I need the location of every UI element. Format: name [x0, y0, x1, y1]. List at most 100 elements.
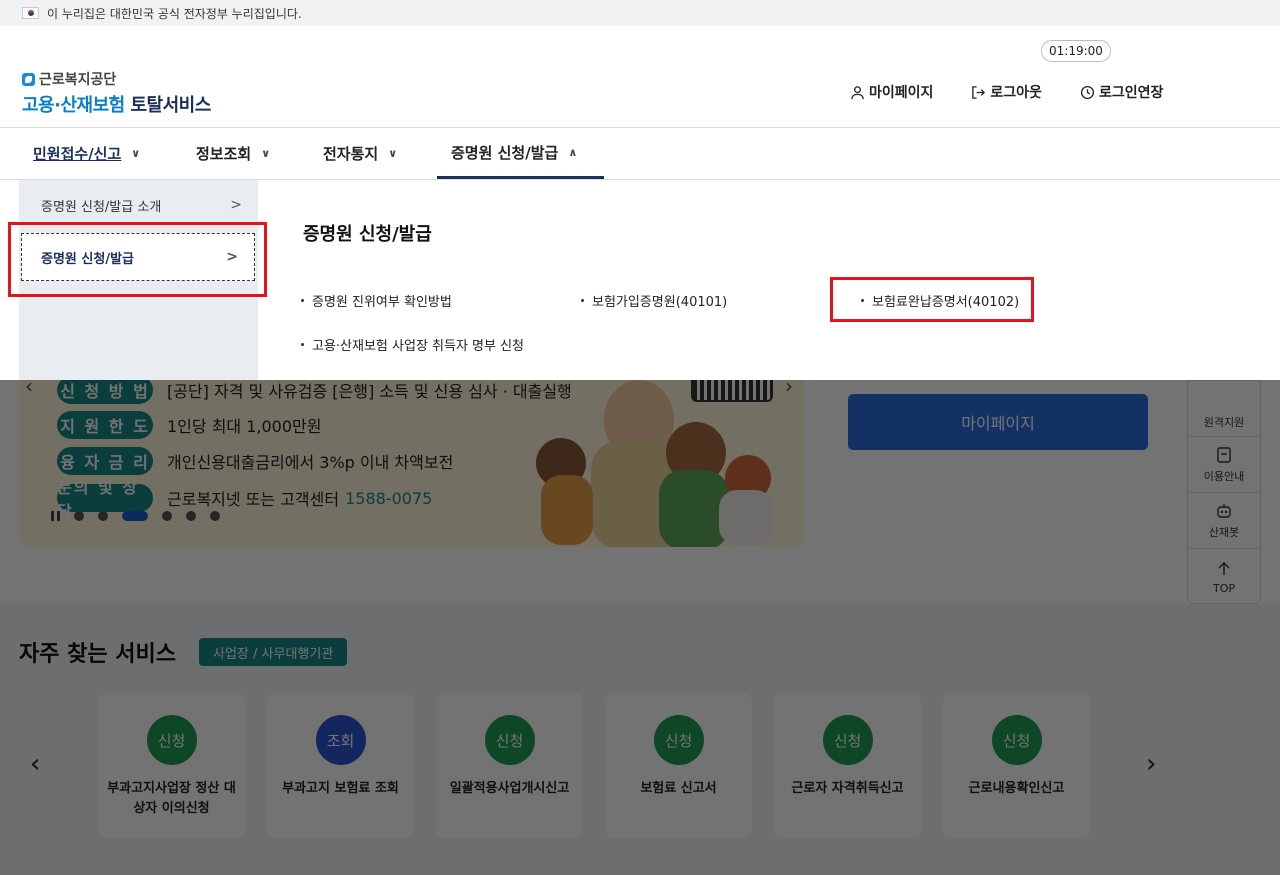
clock-icon [1080, 85, 1095, 99]
gov-banner-text: 이 누리집은 대한민국 공식 전자정부 누리집입니다. [47, 6, 302, 21]
session-timer: 01:19:00 [1041, 40, 1111, 62]
banner-text: 1인당 최대 1,000만원 [167, 417, 322, 436]
logout-label: 로그아웃 [990, 85, 1042, 101]
nav-item-e-notice[interactable]: 전자통지 ∨ [309, 128, 411, 179]
service-card[interactable]: 신청 보험료 신고서 [605, 693, 752, 838]
nav-item-civil-petition[interactable]: 민원접수/신고 ∨ [19, 128, 154, 179]
user-icon [851, 85, 864, 99]
kcomwel-logo-icon [22, 72, 35, 86]
banner-text: 근로복지넷 또는 고객센터 [167, 490, 340, 509]
logout-link[interactable]: 로그아웃 [971, 82, 1042, 102]
service-card[interactable]: 조회 부과고지 보험료 조회 [267, 693, 414, 838]
quick-label: 원격지원 [1203, 416, 1245, 429]
pagination-dot[interactable] [210, 511, 220, 521]
nav-label: 민원접수/신고 [33, 145, 122, 163]
mypage-label: 마이페이지 [869, 85, 934, 101]
extend-login-label: 로그인연장 [1098, 85, 1164, 101]
qr-code-icon [691, 380, 773, 402]
main-nav: 민원접수/신고 ∨ 정보조회 ∨ 전자통지 ∨ 증명원 신청/발급 ∧ [0, 128, 1280, 180]
menu-link-verify[interactable]: 증명원 진위여부 확인방법 [301, 291, 452, 310]
service-badge: 신청 [484, 715, 535, 765]
banner-row: 융 자 금 리 개인신용대출금리에서 3%p 이내 차액보전 [57, 447, 453, 475]
chevron-right-icon[interactable]: › [785, 380, 793, 398]
menu-link-label: 증명원 진위여부 확인방법 [312, 295, 452, 310]
arrow-up-icon [1218, 561, 1230, 575]
login-card: 마이페이지 [825, 380, 1171, 547]
pagination-dot[interactable] [98, 511, 108, 521]
banner-pill: 융 자 금 리 [57, 447, 153, 475]
service-label: 부과고지사업장 정산 대상자 이의신청 [107, 781, 236, 816]
pause-icon[interactable] [51, 511, 60, 521]
pagination-dot[interactable] [186, 511, 196, 521]
extend-login-link[interactable]: 로그인연장 [1080, 82, 1163, 102]
chevron-right-icon[interactable]: › [1146, 749, 1156, 779]
banner-pill: 신 청 방 법 [57, 380, 153, 404]
quick-item-guide[interactable]: 이용안내 [1188, 437, 1260, 493]
banner-text: 개인신용대출금리에서 3%p 이내 차액보전 [167, 453, 454, 472]
service-badge: 신청 [653, 715, 704, 765]
quick-item-remote[interactable]: 원격지원 [1188, 381, 1260, 437]
nav-label: 증명원 신청/발급 [451, 143, 559, 162]
banner-row: 신 청 방 법 [공단] 자격 및 사유검증 [은행] 소득 및 신용 심사 · … [57, 380, 572, 404]
section-title: 자주 찾는 서비스 [19, 642, 176, 667]
bullet-icon [301, 343, 304, 346]
audience-tag[interactable]: 사업장 / 사무대행기관 [199, 638, 348, 666]
pagination-dot-active[interactable] [122, 511, 148, 521]
quick-label: 산재봇 [1208, 525, 1240, 539]
quick-menu: 원격지원 이용안내 산재봇 TOP [1187, 380, 1261, 604]
quick-label: TOP [1212, 581, 1235, 595]
highlight-box [8, 222, 267, 297]
service-card[interactable]: 신청 근로내용확인신고 [943, 693, 1090, 838]
bullet-icon [301, 299, 304, 302]
family-illustration [719, 490, 773, 545]
service-label: 일괄적용사업개시신고 [449, 781, 570, 796]
korea-flag-icon [22, 7, 39, 19]
service-card[interactable]: 신청 근로자 자격취득신고 [774, 693, 921, 838]
service-label: 부과고지 보험료 조회 [282, 781, 399, 796]
main-content: ‹ › 신 청 방 법 [공단] 자격 및 사유검증 [은행] 소득 및 신용 심… [0, 380, 1280, 875]
bullet-icon [581, 299, 584, 302]
nav-label: 정보조회 [196, 145, 252, 163]
mega-menu: 증명원 신청/발급 소개 > 증명원 신청/발급 > 증명원 신청/발급 증명원 진… [0, 180, 1280, 380]
banner-pill: 지 원 한 도 [57, 411, 153, 439]
promo-banner[interactable]: ‹ › 신 청 방 법 [공단] 자격 및 사유검증 [은행] 소득 및 신용 심… [19, 380, 804, 547]
book-icon [1217, 446, 1231, 463]
logo-title-blue: 고용·산재보험 [22, 95, 125, 116]
family-illustration [541, 475, 593, 545]
mega-title: 증명원 신청/발급 [303, 224, 432, 245]
submenu-label: 증명원 신청/발급 소개 [41, 199, 162, 215]
banner-pagination [51, 511, 220, 521]
menu-link-acquirer-list[interactable]: 고용·산재보험 사업장 취득자 명부 신청 [301, 335, 524, 354]
chevron-right-icon: > [230, 197, 242, 213]
service-card[interactable]: 신청 일괄적용사업개시신고 [436, 693, 583, 838]
robot-icon [1217, 503, 1231, 518]
logo-title-dark: 토탈서비스 [130, 95, 211, 116]
mypage-button[interactable]: 마이페이지 [848, 394, 1148, 450]
menu-link-label: 고용·산재보험 사업장 취득자 명부 신청 [312, 339, 525, 354]
quick-item-bot[interactable]: 산재봇 [1188, 493, 1260, 549]
service-label: 근로내용확인신고 [968, 781, 1065, 796]
nav-item-info-lookup[interactable]: 정보조회 ∨ [182, 128, 284, 179]
chevron-down-icon: ∨ [131, 147, 141, 160]
logout-icon [972, 85, 986, 99]
service-card[interactable]: 신청 부과고지사업장 정산 대상자 이의신청 [98, 693, 245, 838]
menu-link-insurance-cert[interactable]: 보험가입증명원(40101) [581, 291, 727, 310]
banner-pill: 문의 및 상담 [57, 478, 153, 521]
scroll-top-button[interactable]: TOP [1188, 549, 1260, 605]
gov-banner: 이 누리집은 대한민국 공식 전자정부 누리집입니다. [0, 0, 1280, 26]
banner-text: [공단] 자격 및 사유검증 [은행] 소득 및 신용 심사 · 대출실행 [167, 382, 572, 401]
pagination-dot[interactable] [162, 511, 172, 521]
site-header: 근로복지공단 고용·산재보험 토탈서비스 01:19:00 마이페이지 로그아웃… [0, 26, 1280, 128]
chevron-left-icon[interactable]: ‹ [30, 749, 40, 779]
service-badge: 신청 [822, 715, 873, 765]
chevron-up-icon: ∧ [568, 145, 578, 159]
service-label: 근로자 자격취득신고 [791, 781, 904, 796]
chevron-left-icon[interactable]: ‹ [25, 380, 33, 398]
nav-item-certificate[interactable]: 증명원 신청/발급 ∧ [437, 128, 604, 179]
banner-row: 문의 및 상담 근로복지넷 또는 고객센터 1588-0075 [57, 478, 432, 521]
pagination-dot[interactable] [74, 511, 84, 521]
site-logo[interactable]: 근로복지공단 고용·산재보험 토탈서비스 [22, 69, 211, 117]
nav-label: 전자통지 [323, 145, 379, 163]
service-badge: 신청 [991, 715, 1042, 765]
mypage-link[interactable]: 마이페이지 [850, 82, 933, 102]
